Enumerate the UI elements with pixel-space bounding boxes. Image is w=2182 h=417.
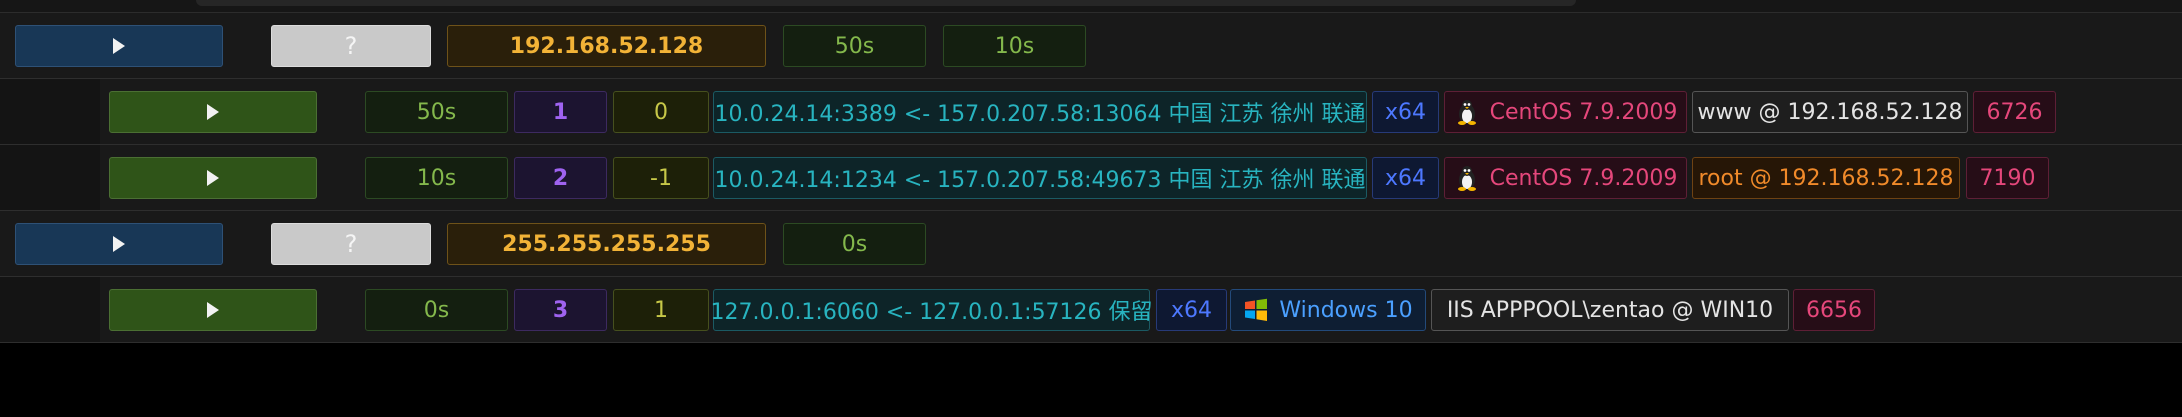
arch-badge: x64 xyxy=(1372,157,1439,199)
session-row[interactable]: 10s 2 -1 10.0.24.14:1234 <- 157.0.207.58… xyxy=(0,145,2182,211)
session-level-badge: -1 xyxy=(613,157,709,199)
play-icon xyxy=(207,302,219,318)
session-play-button[interactable] xyxy=(109,289,317,331)
session-play-button[interactable] xyxy=(109,91,317,133)
session-index-badge: 1 xyxy=(514,91,607,133)
expand-host-button[interactable] xyxy=(15,25,223,67)
windows-logo-icon xyxy=(1243,297,1269,323)
connection-badge: 10.0.24.14:3389 <- 157.0.207.58:13064 中国… xyxy=(713,91,1367,133)
linux-penguin-icon xyxy=(1454,99,1480,125)
host-row: ? 255.255.255.255 0s xyxy=(0,211,2182,277)
os-badge: Windows 10 xyxy=(1230,289,1426,331)
pid-badge: 7190 xyxy=(1966,157,2049,199)
session-manager: ? 192.168.52.128 50s 10s 50s 1 0 10.0.24… xyxy=(0,0,2182,417)
unknown-os-badge: ? xyxy=(271,223,431,265)
session-index-badge: 3 xyxy=(514,289,607,331)
host-ip-badge: 255.255.255.255 xyxy=(447,223,766,265)
session-row[interactable]: 0s 3 1 127.0.0.1:6060 <- 127.0.0.1:57126… xyxy=(0,277,2182,343)
os-badge: CentOS 7.9.2009 xyxy=(1444,157,1687,199)
os-name: CentOS 7.9.2009 xyxy=(1489,165,1678,191)
play-icon xyxy=(113,236,125,252)
top-toolbar xyxy=(0,0,2182,13)
os-name: Windows 10 xyxy=(1279,297,1413,323)
host-timer-badge: 10s xyxy=(943,25,1086,67)
expand-host-button[interactable] xyxy=(15,223,223,265)
session-level-badge: 1 xyxy=(613,289,709,331)
session-play-button[interactable] xyxy=(109,157,317,199)
play-icon xyxy=(207,104,219,120)
host-ip-badge: 192.168.52.128 xyxy=(447,25,766,67)
os-badge: CentOS 7.9.2009 xyxy=(1444,91,1687,133)
connection-badge: 127.0.0.1:6060 <- 127.0.0.1:57126 保留 xyxy=(710,289,1153,331)
host-timer-badge: 0s xyxy=(783,223,926,265)
user-badge: root @ 192.168.52.128 xyxy=(1692,157,1960,199)
unknown-os-badge: ? xyxy=(271,25,431,67)
toolbar-tab[interactable] xyxy=(196,0,1576,6)
session-level-badge: 0 xyxy=(613,91,709,133)
host-row: ? 192.168.52.128 50s 10s xyxy=(0,13,2182,79)
os-name: CentOS 7.9.2009 xyxy=(1489,99,1678,125)
host-timer-badge: 50s xyxy=(783,25,926,67)
user-badge: IIS APPPOOL\zentao @ WIN10 xyxy=(1431,289,1789,331)
play-icon xyxy=(207,170,219,186)
user-badge: www @ 192.168.52.128 xyxy=(1692,91,1968,133)
session-timer-badge: 10s xyxy=(365,157,508,199)
pid-badge: 6656 xyxy=(1793,289,1875,331)
linux-penguin-icon xyxy=(1454,165,1480,191)
session-timer-badge: 0s xyxy=(365,289,508,331)
session-timer-badge: 50s xyxy=(365,91,508,133)
session-index-badge: 2 xyxy=(514,157,607,199)
arch-badge: x64 xyxy=(1156,289,1227,331)
pid-badge: 6726 xyxy=(1973,91,2056,133)
play-icon xyxy=(113,38,125,54)
session-row[interactable]: 50s 1 0 10.0.24.14:3389 <- 157.0.207.58:… xyxy=(0,79,2182,145)
arch-badge: x64 xyxy=(1372,91,1439,133)
connection-badge: 10.0.24.14:1234 <- 157.0.207.58:49673 中国… xyxy=(713,157,1367,199)
